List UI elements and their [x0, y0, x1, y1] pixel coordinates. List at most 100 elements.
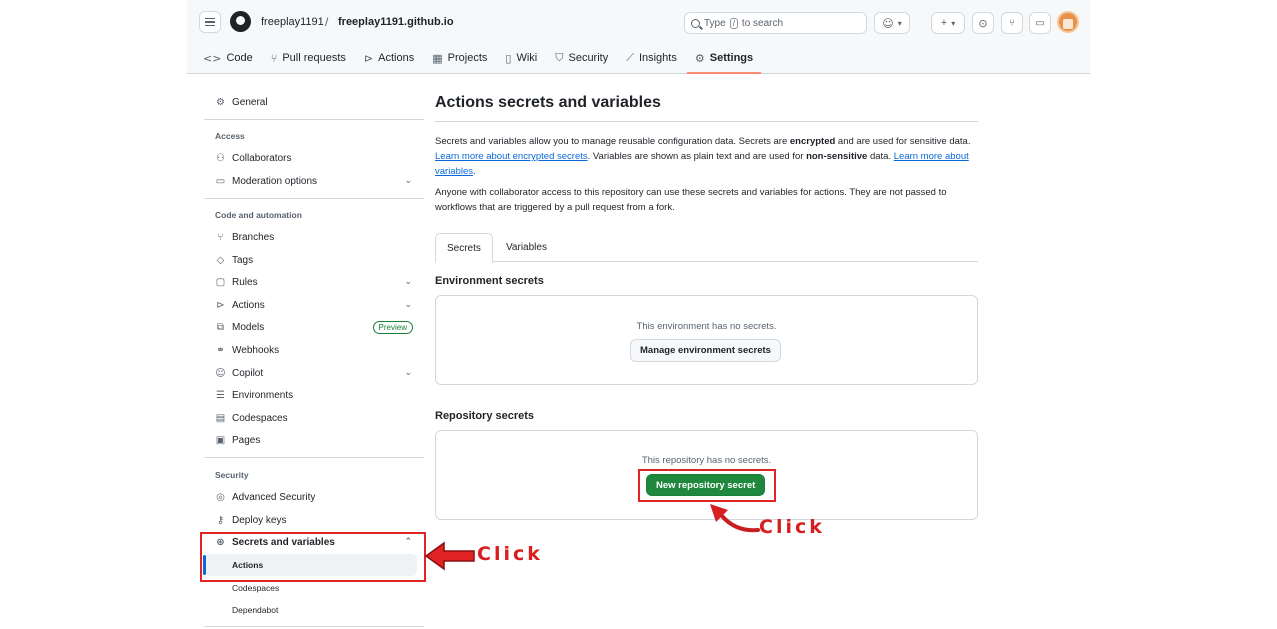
tab-insights[interactable]: ⟋ Insights	[617, 44, 686, 72]
search-shortcut-key: /	[729, 17, 738, 29]
graph-icon: ⟋	[626, 51, 634, 64]
tab-wiki[interactable]: ▯ Wiki	[496, 44, 546, 72]
key-icon: ⚷	[216, 514, 225, 526]
models-icon: ⧉	[216, 321, 225, 333]
preview-badge: Preview	[372, 320, 413, 334]
search-input[interactable]: Type / to search	[684, 12, 867, 34]
branch-icon: ⑂	[217, 231, 224, 243]
tab-projects[interactable]: ▦ Projects	[423, 44, 496, 72]
copilot-button[interactable]: ☺ ▾	[874, 12, 910, 34]
hamburger-menu-button[interactable]	[199, 11, 221, 33]
highlight-new-secret-button	[638, 469, 776, 502]
intro-text: data.	[867, 151, 894, 162]
sidebar-divider	[204, 198, 424, 199]
search-suffix: to search	[741, 17, 784, 29]
sidebar-item-environments[interactable]: ☰ Environments	[215, 385, 415, 405]
tab-label: Insights	[638, 52, 677, 64]
encrypted-secrets-link[interactable]: Learn more about encrypted secrets	[435, 151, 588, 162]
chevron-down-icon: ▾	[897, 18, 902, 28]
sidebar-item-label: Copilot	[232, 367, 264, 379]
repository-secrets-title: Repository secrets	[435, 410, 535, 422]
sidebar-item-pages[interactable]: ▣ Pages	[215, 430, 415, 450]
tab-pull-requests[interactable]: ⑂ Pull requests	[262, 44, 355, 72]
sidebar-heading-code: Code and automation	[215, 210, 302, 220]
sidebar-item-label: Advanced Security	[232, 491, 316, 503]
tab-variables[interactable]: Variables	[495, 233, 558, 262]
sidebar-item-actions[interactable]: ⊳ Actions ⌄	[215, 295, 415, 315]
browser-icon: ▣	[215, 434, 226, 446]
sidebar-item-general[interactable]: ⚙ General	[215, 92, 415, 112]
copilot-icon: ☺	[882, 16, 894, 30]
sidebar-item-advanced-security[interactable]: ◎ Advanced Security	[215, 487, 415, 507]
sidebar-item-branches[interactable]: ⑂ Branches	[215, 227, 415, 247]
intro-paragraph: Secrets and variables allow you to manag…	[435, 134, 978, 179]
sidebar-item-label: Collaborators	[232, 152, 292, 164]
avatar[interactable]	[1057, 11, 1079, 33]
comment-icon: ▭	[215, 175, 226, 187]
people-icon: ⚇	[216, 152, 225, 164]
tab-settings[interactable]: ⚙ Settings	[686, 44, 762, 74]
tag-icon: ◇	[216, 254, 225, 266]
create-new-button[interactable]: + ▾	[931, 12, 965, 34]
tab-label: Wiki	[516, 52, 538, 64]
breadcrumb-separator: /	[325, 15, 329, 29]
issues-button[interactable]: ⊙	[972, 12, 994, 34]
tab-secrets[interactable]: Secrets	[435, 233, 493, 263]
sidebar-divider	[204, 457, 424, 458]
search-icon	[691, 18, 700, 28]
sidebar-item-label: Rules	[232, 276, 258, 288]
sidebar-item-rules[interactable]: ▢ Rules ⌄	[215, 272, 415, 292]
sidebar-item-label: Deploy keys	[232, 514, 287, 526]
chevron-down-icon: ⌄	[404, 368, 412, 378]
arrow-left-icon	[424, 541, 475, 571]
plus-icon: +	[940, 17, 948, 29]
tab-label: Security	[568, 52, 609, 64]
intro-bold: non-sensitive	[806, 151, 868, 162]
sidebar-item-webhooks[interactable]: ⚭ Webhooks	[215, 340, 415, 360]
sidebar-item-copilot[interactable]: ☺ Copilot ⌄	[215, 363, 415, 383]
sidebar-item-collaborators[interactable]: ⚇ Collaborators	[215, 148, 415, 168]
tab-actions[interactable]: ⊳ Actions	[355, 44, 423, 72]
secrets-tabs: Secrets Variables	[435, 233, 978, 263]
manage-environment-secrets-button[interactable]: Manage environment secrets	[630, 339, 781, 362]
sidebar-subitem-codespaces[interactable]: Codespaces	[232, 583, 279, 593]
sidebar-item-deploy-keys[interactable]: ⚷ Deploy keys	[215, 510, 415, 530]
intro-text: Secrets and variables allow you to manag…	[435, 136, 790, 147]
click-annotation-sidebar: Click	[477, 543, 543, 565]
sidebar-item-label: Environments	[232, 389, 294, 401]
environment-empty-message: This environment has no secrets.	[636, 321, 777, 332]
codespaces-icon: ▤	[215, 412, 226, 424]
codescan-icon: ◎	[216, 491, 225, 503]
code-icon: <>	[203, 51, 222, 65]
sidebar-divider	[204, 119, 424, 120]
sidebar-item-models[interactable]: ⧉ Models Preview	[215, 317, 415, 337]
copilot-icon: ☺	[215, 367, 226, 379]
tab-code[interactable]: <> Code	[194, 44, 262, 72]
sidebar-item-label: Actions	[232, 299, 265, 311]
tab-security[interactable]: ⛉ Security	[546, 44, 617, 72]
sidebar-item-tags[interactable]: ◇ Tags	[215, 250, 415, 270]
breadcrumb-owner[interactable]: freeplay1191	[261, 16, 324, 28]
tab-label: Code	[226, 52, 253, 64]
shield-icon: ⛉	[555, 51, 564, 64]
issue-circle-icon: ⊙	[978, 16, 988, 30]
pull-request-icon: ⑂	[1009, 17, 1015, 29]
rules-icon: ▢	[215, 276, 226, 288]
pull-requests-button[interactable]: ⑂	[1001, 12, 1023, 34]
sidebar-item-moderation[interactable]: ▭ Moderation options ⌄	[215, 171, 415, 191]
sidebar-item-codespaces[interactable]: ▤ Codespaces	[215, 408, 415, 428]
intro-bold: encrypted	[789, 136, 836, 147]
chevron-down-icon: ⌄	[404, 300, 412, 310]
intro-text: and are used for sensitive data.	[835, 136, 971, 147]
title-divider	[435, 121, 978, 122]
table-icon: ▦	[432, 51, 443, 65]
github-logo-icon[interactable]	[230, 11, 251, 32]
breadcrumb-repo[interactable]: freeplay1191.github.io	[338, 16, 454, 28]
sidebar-subitem-dependabot[interactable]: Dependabot	[232, 605, 278, 615]
book-icon: ▯	[505, 51, 512, 65]
inbox-button[interactable]: ▭	[1029, 12, 1051, 34]
environment-secrets-title: Environment secrets	[435, 275, 544, 287]
tab-label: Actions	[378, 52, 415, 64]
webhook-icon: ⚭	[216, 344, 225, 356]
sidebar-divider	[204, 626, 424, 627]
